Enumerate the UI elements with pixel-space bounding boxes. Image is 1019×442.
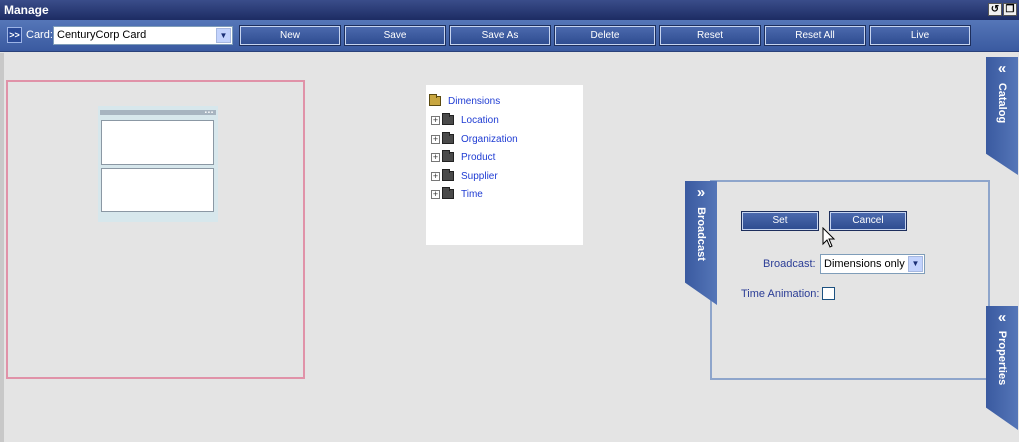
folder-icon xyxy=(442,187,454,199)
tree-root[interactable]: Dimensions xyxy=(429,94,500,108)
toolbar: >> Card: CenturyCorp Card ▼ New Save Sav… xyxy=(0,20,1019,52)
chevron-right-icon: » xyxy=(696,184,706,201)
properties-tab-label: Properties xyxy=(996,330,1008,386)
chevron-down-icon[interactable]: ▼ xyxy=(216,28,231,43)
tree-item-label: Location xyxy=(461,114,499,126)
reset-all-button[interactable]: Reset All xyxy=(764,25,866,46)
expand-plus-icon[interactable]: + xyxy=(431,171,440,181)
card-select[interactable]: CenturyCorp Card ▼ xyxy=(53,26,233,45)
card-select-value: CenturyCorp Card xyxy=(57,29,147,41)
broadcast-select-value: Dimensions only xyxy=(824,258,905,270)
thumbnail-window-dots-icon: ▪▪▪ xyxy=(204,110,214,116)
broadcast-label: Broadcast: xyxy=(763,258,816,270)
expand-button[interactable]: >> xyxy=(7,27,22,43)
thumbnail-titlebar xyxy=(100,110,216,115)
tree-item-organization[interactable]: + Organization xyxy=(431,132,518,146)
tree-item-label: Organization xyxy=(461,133,518,145)
tree-item-label: Time xyxy=(461,188,483,200)
live-button[interactable]: Live xyxy=(869,25,971,46)
dimensions-tree: Dimensions + Location + Organization + P… xyxy=(426,85,583,245)
window-controls: ↺ ❐ xyxy=(988,3,1017,16)
broadcast-select[interactable]: Dimensions only ▼ xyxy=(820,254,925,274)
thumbnail-pane-top xyxy=(101,120,214,165)
title-bar: Manage ↺ ❐ xyxy=(0,0,1019,20)
window-title: Manage xyxy=(4,3,49,17)
folder-icon xyxy=(442,150,454,162)
tree-item-product[interactable]: + Product xyxy=(431,150,495,164)
restore-icon[interactable]: ❐ xyxy=(1003,3,1017,16)
save-as-button[interactable]: Save As xyxy=(449,25,551,46)
tree-item-location[interactable]: + Location xyxy=(431,113,499,127)
layout-thumbnail[interactable]: ▪▪▪ xyxy=(98,106,218,222)
open-folder-icon xyxy=(429,94,441,106)
tree-item-supplier[interactable]: + Supplier xyxy=(431,169,498,183)
expand-plus-icon[interactable]: + xyxy=(431,152,440,162)
thumbnail-pane-bottom xyxy=(101,168,214,212)
chevron-down-icon[interactable]: ▼ xyxy=(908,256,923,272)
manage-window: Manage ↺ ❐ >> Card: CenturyCorp Card ▼ N… xyxy=(0,0,1019,442)
broadcast-tab-label: Broadcast xyxy=(695,207,707,261)
folder-icon xyxy=(442,169,454,181)
broadcast-panel xyxy=(710,180,990,380)
catalog-tab-label: Catalog xyxy=(996,82,1008,124)
time-animation-label: Time Animation: xyxy=(741,288,820,300)
left-edge xyxy=(0,53,4,442)
reset-button[interactable]: Reset xyxy=(659,25,761,46)
delete-button[interactable]: Delete xyxy=(554,25,656,46)
chevron-left-icon: « xyxy=(997,309,1007,326)
refresh-icon[interactable]: ↺ xyxy=(988,3,1002,16)
tree-root-label: Dimensions xyxy=(448,95,501,107)
time-animation-checkbox[interactable] xyxy=(822,287,835,300)
tree-item-time[interactable]: + Time xyxy=(431,187,483,201)
set-button[interactable]: Set xyxy=(741,211,819,231)
card-label: Card: xyxy=(26,29,53,41)
chevron-left-icon: « xyxy=(997,60,1007,77)
mouse-cursor-icon xyxy=(822,227,836,248)
folder-icon xyxy=(442,132,454,144)
new-button[interactable]: New xyxy=(239,25,341,46)
tree-item-label: Product xyxy=(461,151,496,163)
expand-plus-icon[interactable]: + xyxy=(431,134,440,144)
expand-plus-icon[interactable]: + xyxy=(431,189,440,199)
cancel-button[interactable]: Cancel xyxy=(829,211,907,231)
tree-item-label: Supplier xyxy=(461,170,498,182)
folder-icon xyxy=(442,113,454,125)
save-button[interactable]: Save xyxy=(344,25,446,46)
expand-plus-icon[interactable]: + xyxy=(431,115,440,125)
